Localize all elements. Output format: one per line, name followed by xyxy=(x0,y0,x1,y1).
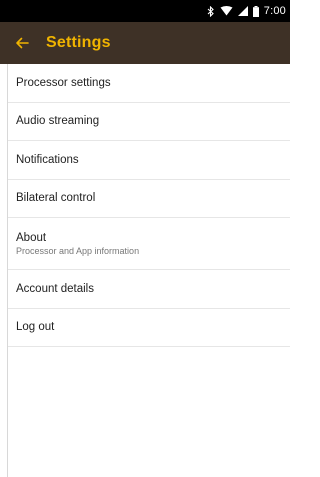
status-bar: 7:00 xyxy=(0,0,290,22)
left-edge-divider xyxy=(0,64,8,477)
battery-icon xyxy=(252,5,259,17)
app-bar: Settings xyxy=(0,22,290,64)
cell-signal-icon xyxy=(237,6,248,16)
settings-item-label: About xyxy=(16,231,47,244)
settings-item-label: Notifications xyxy=(16,153,79,166)
settings-item-label: Processor settings xyxy=(16,76,111,89)
settings-item-label: Account details xyxy=(16,282,94,295)
settings-item-notifications[interactable]: Notifications xyxy=(8,141,290,180)
settings-item-bilateral-control[interactable]: Bilateral control xyxy=(8,180,290,218)
wifi-icon xyxy=(220,6,233,16)
bluetooth-icon xyxy=(207,5,215,17)
settings-item-account-details[interactable]: Account details xyxy=(8,270,290,309)
arrow-left-icon xyxy=(16,37,29,49)
settings-item-audio-streaming[interactable]: Audio streaming xyxy=(8,103,290,141)
settings-item-label: Log out xyxy=(16,321,55,334)
settings-item-label: Audio streaming xyxy=(16,115,100,128)
settings-list: Processor settings Audio streaming Notif… xyxy=(8,64,290,347)
settings-item-log-out[interactable]: Log out xyxy=(8,309,290,347)
back-button[interactable] xyxy=(2,22,42,64)
status-time: 7:00 xyxy=(263,5,286,17)
settings-item-processor[interactable]: Processor settings xyxy=(8,64,290,103)
settings-item-label: Bilateral control xyxy=(16,192,96,205)
settings-item-sublabel: Processor and App information xyxy=(16,245,140,256)
phone-screen: 7:00 Settings Processor settings Audio s… xyxy=(0,0,290,477)
page-title: Settings xyxy=(46,34,111,51)
settings-item-about[interactable]: About Processor and App information xyxy=(8,218,290,270)
